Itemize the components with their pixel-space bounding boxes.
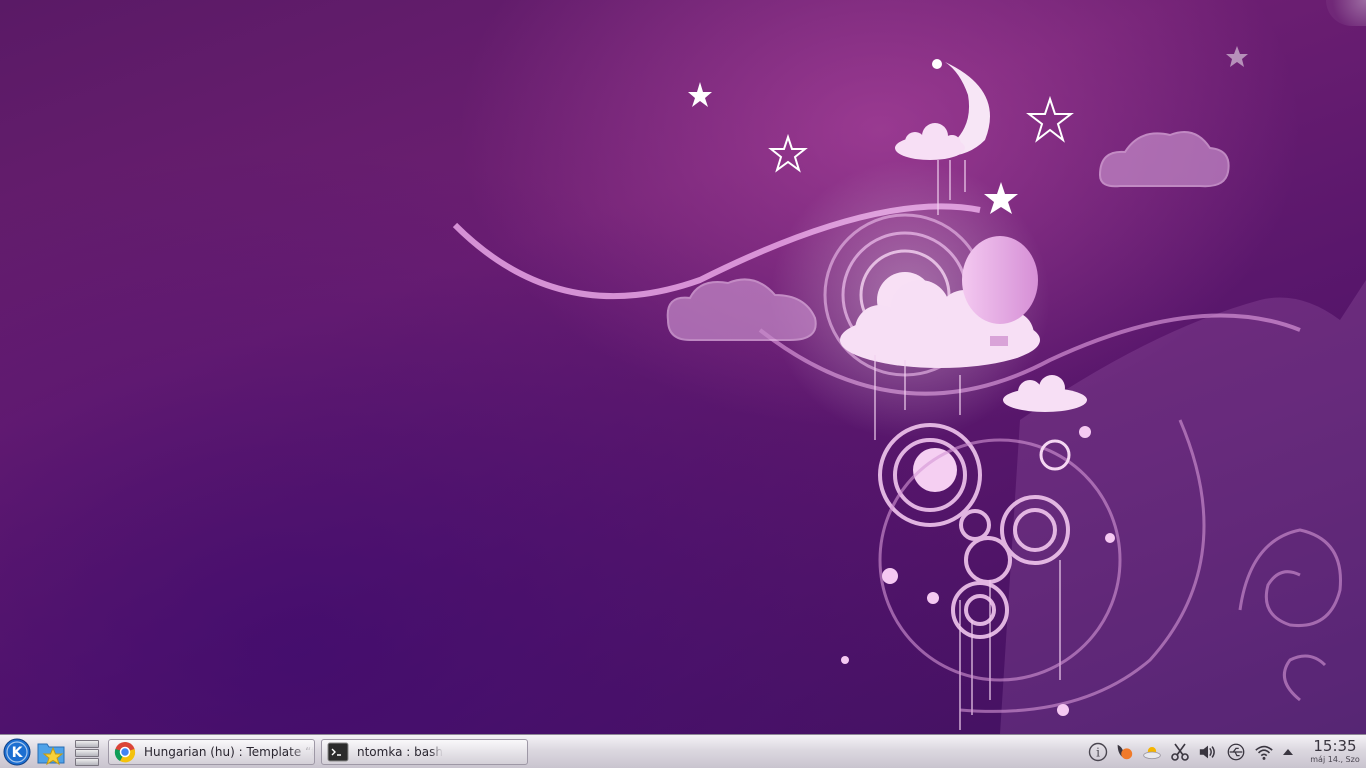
svg-text:i: i: [1096, 746, 1100, 760]
task-chrome-window[interactable]: Hungarian (hu) : Template “translation”: [108, 739, 315, 765]
pager-desktop-1[interactable]: [75, 740, 99, 748]
desktop-pager-icon[interactable]: [72, 737, 100, 767]
wifi-icon[interactable]: [1254, 742, 1274, 762]
tray-expand-icon[interactable]: [1280, 742, 1296, 762]
digital-clock[interactable]: 15:35 máj 14., Szo: [1306, 737, 1364, 767]
clock-date: máj 14., Szo: [1310, 755, 1360, 764]
klipper-icon[interactable]: [1114, 742, 1134, 762]
folder-favorites-icon[interactable]: [35, 737, 67, 767]
task-konsole-window[interactable]: ntomka : bash: [321, 739, 528, 765]
clock-time: 15:35: [1313, 737, 1357, 755]
info-icon[interactable]: i: [1088, 742, 1108, 762]
pager-desktop-3[interactable]: [75, 758, 99, 766]
scissors-icon[interactable]: [1170, 742, 1190, 762]
kde-menu-icon[interactable]: K: [1, 737, 33, 767]
volume-icon[interactable]: [1198, 742, 1218, 762]
chrome-icon: [114, 742, 136, 763]
pager-desktop-2[interactable]: [75, 749, 99, 757]
svg-text:K: K: [12, 745, 24, 761]
task-label: ntomka : bash: [357, 745, 443, 759]
usb-icon[interactable]: [1226, 742, 1246, 762]
desktop[interactable]: [0, 0, 1366, 734]
wallpaper-artwork: [452, 46, 1366, 734]
weather-icon[interactable]: [1142, 742, 1162, 762]
terminal-icon: [327, 742, 349, 762]
taskbar: K Hungarian (hu) : Template “translation…: [0, 734, 1366, 768]
task-label: Hungarian (hu) : Template “translation”: [144, 745, 314, 759]
